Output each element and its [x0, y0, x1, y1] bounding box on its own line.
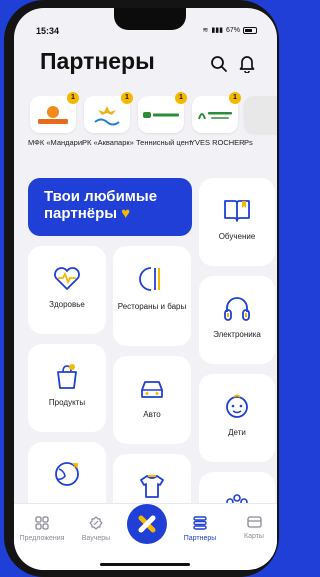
- brand-item[interactable]: 1 YVES ROCHER: [190, 92, 245, 147]
- promo-line-2: партнёры: [44, 205, 118, 222]
- heart-icon: ♥: [121, 205, 131, 222]
- book-icon: [224, 200, 250, 222]
- brand-name: YVES ROCHER: [190, 138, 245, 147]
- percent-badge-icon: [89, 516, 103, 530]
- grid-icon: [35, 516, 49, 530]
- battery-icon: [243, 26, 257, 34]
- tab-label: Партнеры: [183, 535, 217, 542]
- category-label: Здоровье: [49, 300, 85, 309]
- category-label: Продукты: [48, 398, 86, 407]
- brand-item[interactable]: 1 Теннисный центр: [136, 92, 192, 147]
- brand-name: Ps: [244, 138, 253, 147]
- brand-item[interactable]: 1 МФК «Мандарин»: [28, 92, 84, 147]
- cross-logo-icon: [138, 515, 156, 533]
- app-screen: 15:34 ≋ ▮▮▮ 67% Партнеры 1 МФК «Мандари …: [14, 8, 277, 570]
- category-label: Дети: [228, 428, 246, 437]
- tab-label: Предложения: [19, 535, 65, 542]
- category-clothes[interactable]: [113, 454, 191, 508]
- tab-cards[interactable]: Карты: [228, 516, 277, 540]
- brand-logo: 1: [30, 92, 79, 133]
- brand-name: Теннисный центр: [136, 138, 192, 147]
- tshirt-icon: [140, 475, 164, 498]
- bell-icon[interactable]: [239, 54, 255, 73]
- grocery-bag-icon: [57, 364, 77, 389]
- search-icon[interactable]: [210, 55, 228, 73]
- yves-rocher-logo-icon: [198, 111, 232, 119]
- brand-item[interactable]: 1 РК «Аквапарк»: [82, 92, 134, 147]
- page-title: Партнеры: [40, 48, 155, 74]
- brand-name: МФК «Мандарин»: [28, 138, 84, 147]
- wifi-icon: ≋: [202, 27, 209, 34]
- category-grid: Твои любимые партнёры ♥ Обучение Электро…: [14, 178, 277, 508]
- favorites-promo-card[interactable]: Твои любимые партнёры ♥: [28, 178, 192, 236]
- notification-badge: 1: [67, 92, 79, 104]
- battery-percent: 67%: [225, 26, 240, 34]
- brand-logo: [244, 96, 277, 133]
- tab-partners[interactable]: Партнеры: [174, 516, 226, 542]
- status-time: 15:34: [36, 26, 60, 36]
- bottom-tab-bar: Предложения Ваучеры Партнеры Карты: [14, 503, 277, 570]
- camera-notch: [114, 8, 186, 30]
- tab-label: Ваучеры: [81, 535, 111, 542]
- signal-icon: ▮▮▮: [211, 27, 223, 34]
- center-action-button[interactable]: [127, 504, 167, 544]
- category-health[interactable]: Здоровье: [28, 246, 106, 334]
- notification-badge: 1: [175, 92, 187, 104]
- tab-offers[interactable]: Предложения: [16, 516, 68, 542]
- headphones-icon: [224, 297, 250, 321]
- home-indicator: [100, 563, 190, 566]
- baby-face-icon: [226, 394, 248, 418]
- promo-line-1: Твои любимые: [44, 188, 158, 205]
- category-label: Авто: [143, 410, 161, 419]
- category-label: Обучение: [218, 232, 256, 241]
- brand-logo: 1: [192, 92, 241, 133]
- category-label: Электроника: [213, 330, 261, 339]
- tab-label: Карты: [244, 533, 264, 540]
- brand-carousel[interactable]: 1 МФК «Мандарин» 1 РК «Аквапарк»: [14, 92, 277, 158]
- category-label: Рестораны и бары: [117, 302, 187, 311]
- category-products[interactable]: Продукты: [28, 344, 106, 432]
- notification-badge: 1: [229, 92, 241, 104]
- card-icon: [246, 516, 262, 528]
- mandarin-logo-icon: [38, 105, 68, 124]
- category-travel[interactable]: [28, 442, 106, 508]
- tennis-logo-icon: [143, 111, 179, 118]
- category-restaurants[interactable]: Рестораны и бары: [113, 246, 191, 346]
- status-icons: ≋ ▮▮▮ 67%: [203, 26, 257, 34]
- phone-frame: 15:34 ≋ ▮▮▮ 67% Партнеры 1 МФК «Мандари …: [4, 0, 279, 577]
- category-education[interactable]: Обучение: [199, 178, 275, 266]
- category-kids[interactable]: Дети: [199, 374, 275, 462]
- brand-logo: 1: [84, 92, 133, 133]
- car-icon: [141, 381, 163, 398]
- brand-item[interactable]: Ps: [244, 96, 277, 147]
- stack-icon: [193, 516, 207, 530]
- brand-logo: 1: [138, 92, 187, 133]
- category-electronics[interactable]: Электроника: [199, 276, 275, 364]
- brand-name: РК «Аквапарк»: [82, 138, 134, 147]
- tab-vouchers[interactable]: Ваучеры: [70, 516, 122, 542]
- globe-icon: [55, 462, 79, 486]
- cutlery-icon: [139, 267, 160, 291]
- heart-pulse-icon: [54, 267, 80, 290]
- aquapark-logo-icon: [94, 105, 120, 125]
- notification-badge: 1: [121, 92, 133, 104]
- category-auto[interactable]: Авто: [113, 356, 191, 444]
